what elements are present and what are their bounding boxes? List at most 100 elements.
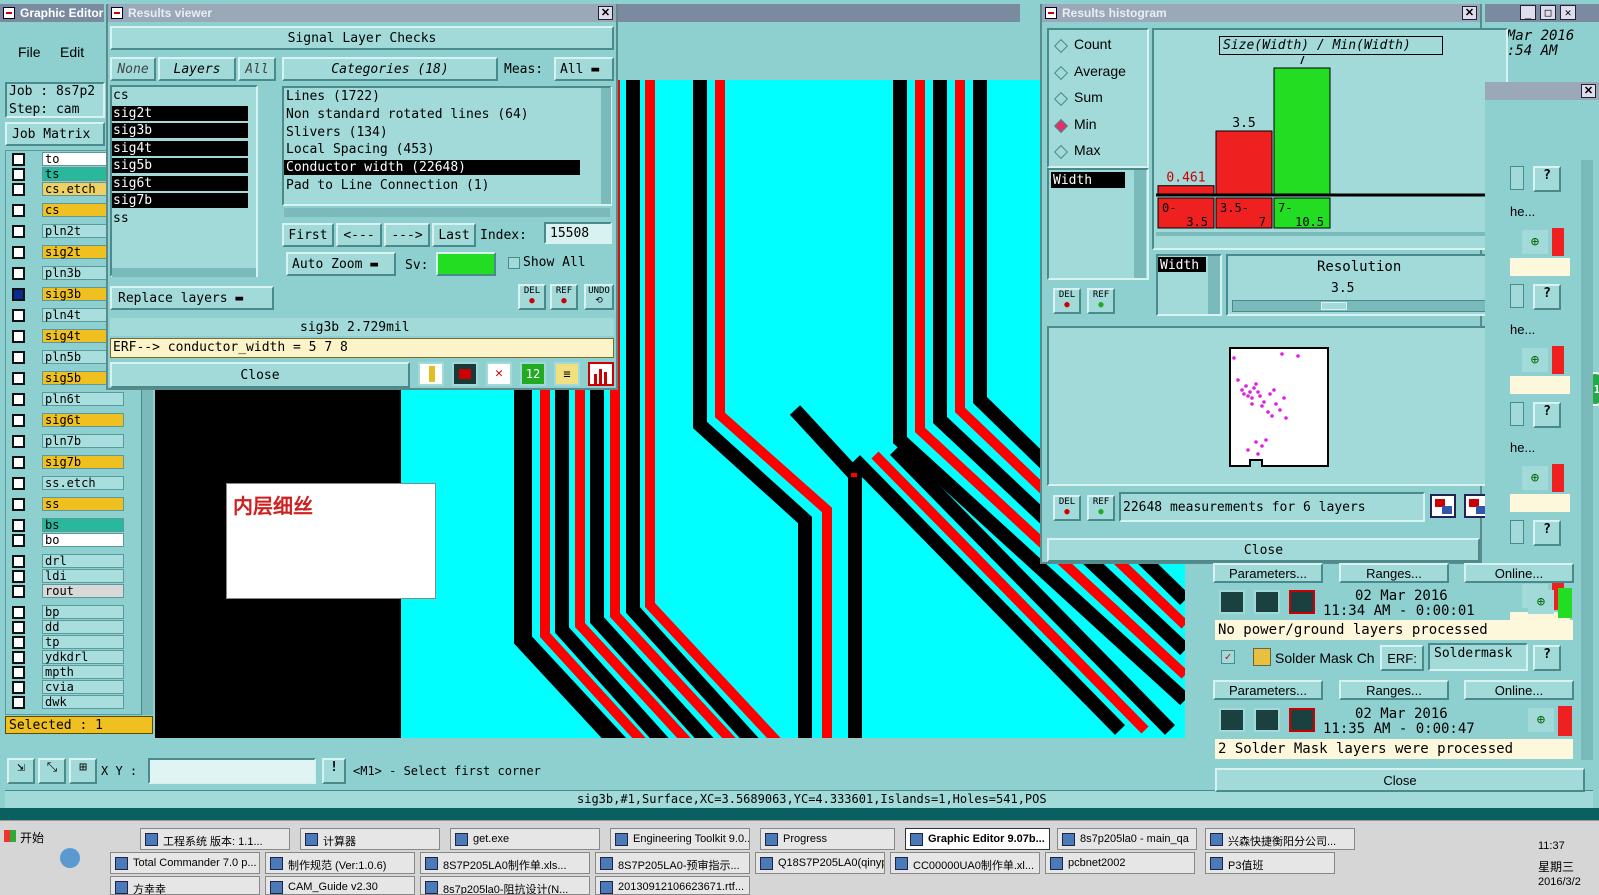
taskbar-item[interactable]: P3值班 xyxy=(1205,852,1335,874)
rv-layer-item[interactable]: sig2t xyxy=(112,105,248,121)
layer-checkbox[interactable] xyxy=(12,435,25,448)
layer-checkbox[interactable] xyxy=(12,393,25,406)
taskbar-item[interactable]: Engineering Toolkit 9.0... xyxy=(610,828,750,850)
rv-layer-item[interactable]: sig5b xyxy=(112,158,248,173)
tool-button-2[interactable]: ⤡ xyxy=(38,758,66,784)
last-button[interactable]: Last xyxy=(432,223,476,247)
erf-field[interactable]: Soldermask xyxy=(1428,643,1528,671)
zoom-icon-1[interactable]: ⊕ xyxy=(1528,590,1554,614)
hist-del-button-2[interactable]: DEL ● xyxy=(1053,495,1081,521)
res-width-scroll[interactable] xyxy=(1208,256,1220,314)
alert-button[interactable]: ! xyxy=(322,758,346,784)
help-button[interactable]: ? xyxy=(1533,520,1561,546)
layer-checkbox[interactable] xyxy=(12,681,25,694)
hist-del-button[interactable]: DEL ● xyxy=(1053,288,1081,314)
stat-option-min[interactable]: Min xyxy=(1074,116,1097,132)
layer-checkbox[interactable] xyxy=(12,204,25,217)
step-icon[interactable]: 12 xyxy=(520,362,546,386)
layer-checkbox[interactable] xyxy=(12,456,25,469)
help-button-2[interactable]: ? xyxy=(1533,645,1561,671)
online-button-1[interactable]: Online... xyxy=(1464,563,1574,583)
stat-option-max[interactable]: Max xyxy=(1074,142,1100,158)
rv-layer-item[interactable]: sig6t xyxy=(112,175,248,191)
layer-checkbox[interactable] xyxy=(12,168,25,181)
layer-item-ss.etch[interactable]: ss.etch xyxy=(42,476,124,490)
job-matrix-button[interactable]: Job Matrix xyxy=(5,122,105,146)
layers-button[interactable]: Layers xyxy=(158,57,236,81)
erf-button[interactable]: ERF: xyxy=(1380,645,1424,671)
minimize-icon[interactable]: _ xyxy=(1520,5,1536,20)
help-button[interactable]: ? xyxy=(1533,402,1561,428)
run-icon-2c[interactable] xyxy=(1289,708,1315,732)
layer-item-drl[interactable]: drl xyxy=(42,554,124,568)
layer-checkbox[interactable] xyxy=(12,246,25,259)
layer-checkbox[interactable] xyxy=(12,309,25,322)
layer-checkbox[interactable] xyxy=(12,267,25,280)
ranges-button-1[interactable]: Ranges... xyxy=(1339,563,1449,583)
taskbar-item[interactable]: 20130912106623671.rtf... xyxy=(595,876,750,895)
tool-button-3[interactable]: ⊞ xyxy=(69,758,97,784)
taskbar-item[interactable]: 计算器 xyxy=(300,828,440,850)
rv-layer-hscroll[interactable] xyxy=(112,268,256,277)
category-hscroll[interactable] xyxy=(284,208,610,217)
resolution-slider[interactable] xyxy=(1232,300,1502,312)
start-button[interactable]: 开始 xyxy=(0,825,100,849)
hist-ref-button[interactable]: REF ● xyxy=(1087,288,1115,314)
exit-icon[interactable] xyxy=(452,362,478,386)
hist-ref-button-2[interactable]: REF ● xyxy=(1087,495,1115,521)
index-field[interactable]: 15508 xyxy=(544,222,612,244)
taskbar-item[interactable]: Graphic Editor 9.07b... xyxy=(905,828,1050,850)
histogram-icon[interactable] xyxy=(588,362,614,386)
show-all-checkbox[interactable] xyxy=(508,257,520,269)
layer-checkbox[interactable] xyxy=(12,636,25,649)
hist-bar[interactable] xyxy=(1157,185,1215,195)
layer-item-ydkdrl[interactable]: ydkdrl xyxy=(42,650,124,664)
layer-checkbox[interactable] xyxy=(12,351,25,364)
rv-layer-item[interactable]: ss xyxy=(112,211,248,226)
stat-option-count[interactable]: Count xyxy=(1074,36,1111,52)
taskbar-item[interactable]: Progress xyxy=(760,828,895,850)
zoom-icon-2[interactable]: ⊕ xyxy=(1528,708,1554,732)
all-button[interactable]: All xyxy=(238,57,276,81)
taskbar-item[interactable]: pcbnet2002 xyxy=(1045,852,1195,874)
run-icon-2a[interactable] xyxy=(1219,708,1245,732)
hist-bar[interactable] xyxy=(1273,67,1331,195)
category-item[interactable]: Non standard rotated lines (64) xyxy=(284,107,580,122)
run-icon-1c[interactable] xyxy=(1289,590,1315,614)
layer-checkbox[interactable] xyxy=(12,330,25,343)
category-item[interactable]: Lines (1722) xyxy=(284,89,580,104)
taskbar-item[interactable]: Total Commander 7.0 p... xyxy=(110,852,260,874)
categories-button[interactable]: Categories (18) xyxy=(282,57,498,81)
run-icon-2b[interactable] xyxy=(1254,708,1280,732)
layer-item-ss[interactable]: ss xyxy=(42,497,124,511)
del-button[interactable]: DEL ● xyxy=(518,284,546,310)
taskbar-item[interactable]: 8S7P205LA0-预审指示... xyxy=(595,852,750,874)
help-button[interactable]: ? xyxy=(1533,284,1561,310)
taskbar-item[interactable]: CC00000UA0制作单.xl... xyxy=(890,852,1040,874)
hist-bar[interactable] xyxy=(1215,130,1273,195)
params-button-1[interactable]: Parameters... xyxy=(1213,563,1323,583)
undo-button[interactable]: UNDO ⟲ xyxy=(584,284,614,310)
layer-item-cvia[interactable]: cvia xyxy=(42,680,124,694)
taskbar-item[interactable]: 方幸幸 xyxy=(110,876,260,895)
menu-file[interactable]: File xyxy=(18,44,41,60)
replace-layers-dropdown[interactable]: Replace layers ▬ xyxy=(110,286,274,310)
layer-checkbox[interactable] xyxy=(12,585,25,598)
meas-dropdown[interactable]: All ▬ xyxy=(554,57,614,81)
auto-zoom-dropdown[interactable]: Auto Zoom ▬ xyxy=(286,252,396,276)
rv-layer-item[interactable]: sig4t xyxy=(112,140,248,156)
rv-close-button[interactable]: Close xyxy=(110,362,410,388)
xy-input[interactable] xyxy=(148,758,316,784)
close-icon[interactable]: ✕ xyxy=(1581,84,1596,98)
category-item[interactable]: Conductor width (22648) xyxy=(284,160,580,176)
next-button[interactable]: ---> xyxy=(384,223,430,247)
online-button-2[interactable]: Online... xyxy=(1464,680,1574,700)
layer-checkbox[interactable] xyxy=(12,183,25,196)
layer-checkbox[interactable] xyxy=(12,288,25,301)
layer-checkbox[interactable] xyxy=(12,372,25,385)
maximize-icon[interactable]: □ xyxy=(1540,5,1556,20)
layer-item-rout[interactable]: rout xyxy=(42,584,124,598)
layer-item-ldi[interactable]: ldi xyxy=(42,569,124,583)
stat-option-sum[interactable]: Sum xyxy=(1074,89,1103,105)
taskbar-item[interactable]: 制作规范 (Ver:1.0.6) xyxy=(265,852,415,874)
